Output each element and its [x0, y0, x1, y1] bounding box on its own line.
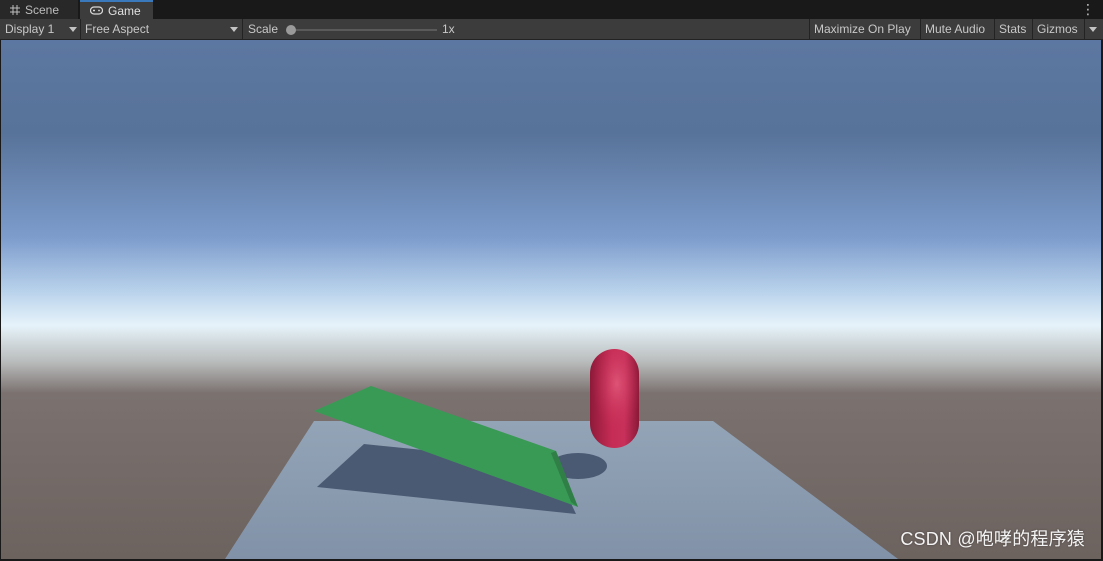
game-render	[1, 40, 1101, 559]
tab-game[interactable]: Game	[80, 0, 153, 19]
gamepad-icon	[90, 6, 103, 15]
chevron-down-icon	[69, 27, 77, 32]
scale-label: Scale	[248, 22, 279, 36]
game-toolbar: Display 1 Free Aspect Scale 1x Maximize …	[0, 19, 1103, 40]
chevron-down-icon	[230, 27, 238, 32]
tab-scene[interactable]: Scene	[0, 0, 78, 19]
gizmos-toggle[interactable]: Gizmos	[1032, 19, 1084, 39]
scale-slider-track[interactable]	[291, 29, 437, 31]
gizmos-dropdown-icon[interactable]	[1089, 27, 1097, 32]
scale-value: 1x	[442, 22, 455, 36]
tab-scene-label: Scene	[25, 2, 60, 17]
aspect-dropdown-label: Free Aspect	[85, 22, 150, 36]
red-capsule	[590, 349, 639, 448]
scale-slider-handle[interactable]	[286, 25, 296, 35]
divider	[1084, 19, 1085, 39]
stats-toggle[interactable]: Stats	[994, 19, 1032, 39]
aspect-dropdown[interactable]: Free Aspect	[80, 19, 242, 39]
display-dropdown-label: Display 1	[5, 22, 55, 36]
mute-audio-toggle[interactable]: Mute Audio	[920, 19, 994, 39]
grid-icon	[10, 4, 20, 15]
tab-bar: Scene Game ⋮	[0, 0, 1103, 19]
more-options-icon[interactable]: ⋮	[1081, 2, 1095, 16]
watermark: CSDN @咆哮的程序猿	[900, 529, 1085, 549]
tab-game-label: Game	[108, 3, 141, 18]
game-viewport[interactable]: CSDN @咆哮的程序猿	[1, 40, 1101, 559]
maximize-on-play-toggle[interactable]: Maximize On Play	[809, 19, 920, 39]
display-dropdown[interactable]: Display 1	[0, 19, 80, 39]
